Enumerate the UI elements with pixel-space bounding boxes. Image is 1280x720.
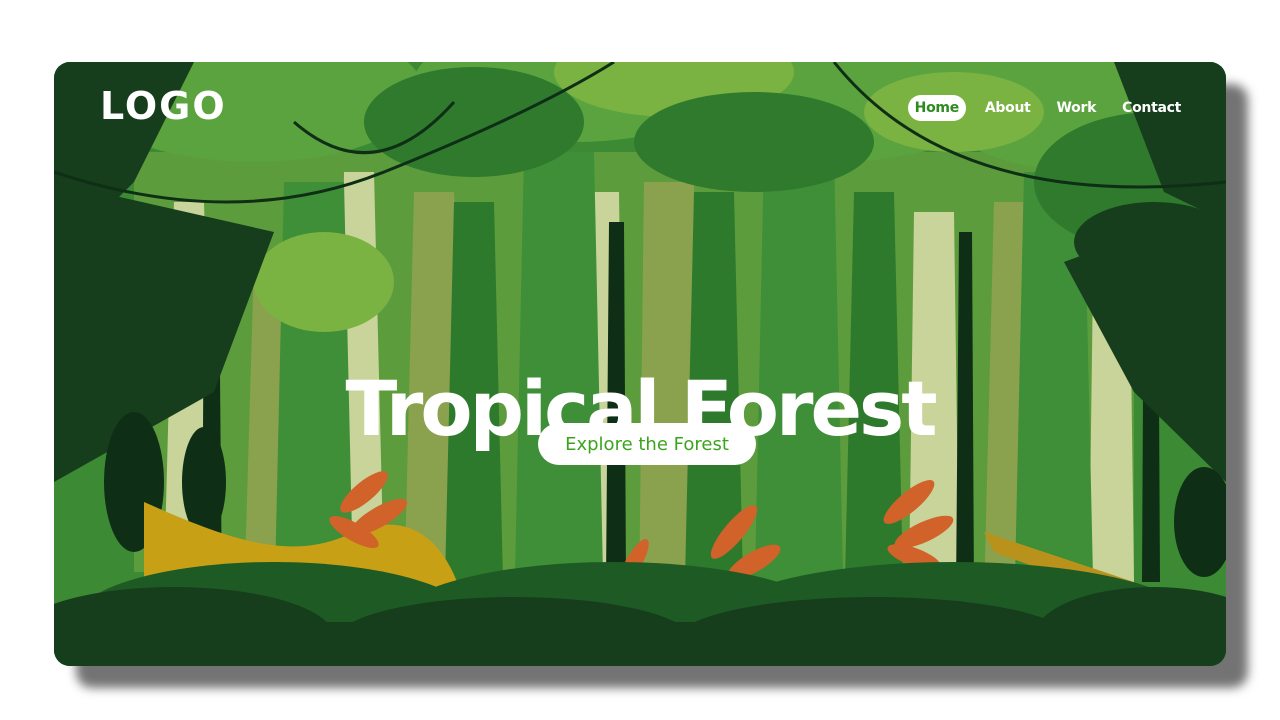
nav-about[interactable]: About: [978, 95, 1038, 121]
nav-home[interactable]: Home: [907, 95, 966, 121]
explore-forest-button[interactable]: Explore the Forest: [538, 423, 756, 465]
top-bar: LOGO Home About Work Contact: [54, 62, 1226, 154]
nav-work[interactable]: Work: [1050, 95, 1104, 121]
logo[interactable]: LOGO: [100, 84, 227, 128]
hero-card: LOGO Home About Work Contact Tropical Fo…: [54, 62, 1226, 666]
nav-contact[interactable]: Contact: [1115, 95, 1188, 121]
main-nav: Home About Work Contact: [896, 95, 1188, 121]
